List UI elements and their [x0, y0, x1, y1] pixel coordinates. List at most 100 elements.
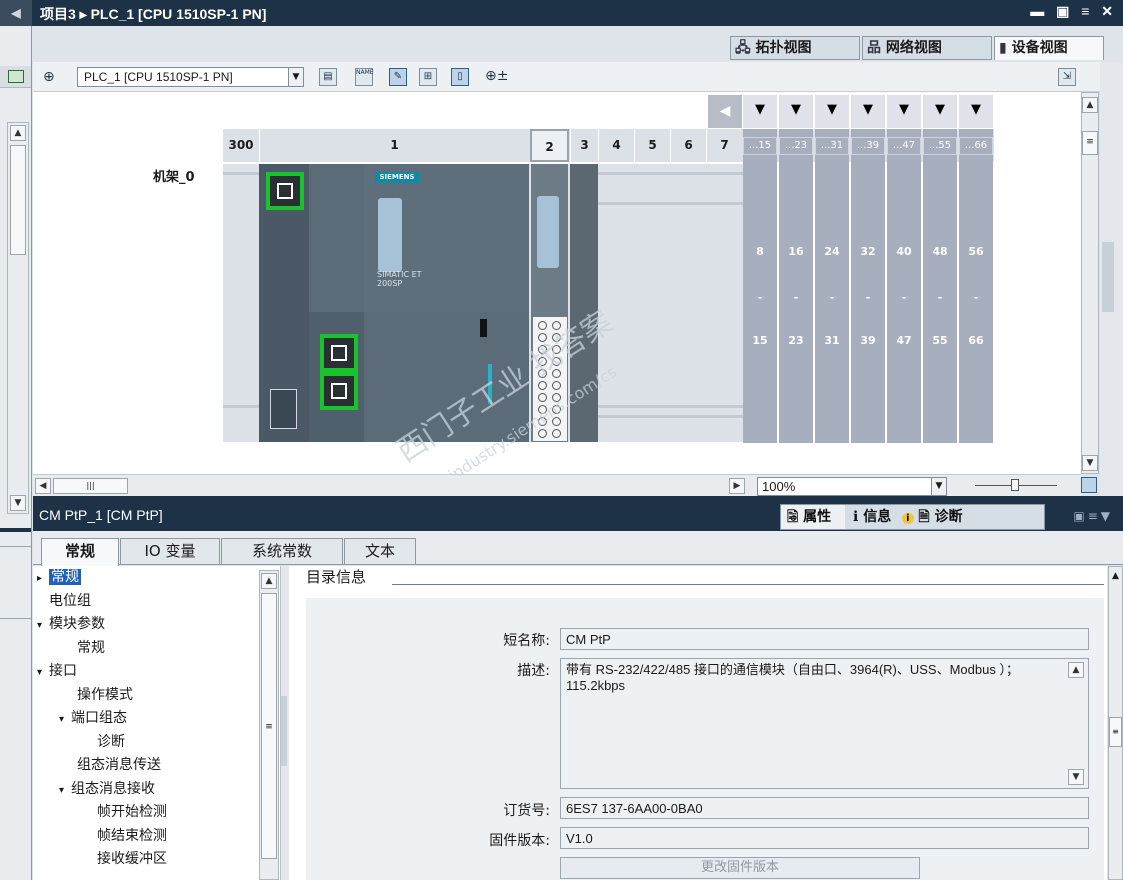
ethernet-port-icon[interactable] — [266, 172, 304, 210]
device-tool-icon[interactable]: ⊕ — [43, 69, 55, 85]
expansion-slot-column[interactable] — [923, 129, 957, 443]
tree-item[interactable]: 常规 — [77, 637, 105, 660]
slot-arrow-icon[interactable]: ▼ — [959, 95, 993, 128]
tree-item[interactable]: ▸ 常规 — [37, 566, 81, 589]
expansion-slot-column[interactable] — [959, 129, 993, 443]
project-tree-scrollbar[interactable]: ▲ ▼ — [7, 122, 29, 514]
slot-arrow-icon[interactable]: ▼ — [743, 95, 777, 128]
nav-tree-scrollbar[interactable]: ▲ ≡ — [259, 570, 279, 880]
scroll-right-icon[interactable]: ▶ — [729, 478, 745, 494]
tree-item-label: 接收缓冲区 — [97, 851, 167, 867]
scroll-thumb[interactable]: ≡ — [261, 593, 277, 859]
slot-label: 2 — [530, 129, 569, 162]
window-controls-icon[interactable]: ▬ ▣ ≡ ✕ — [1030, 3, 1117, 20]
ethernet-port-icon[interactable] — [320, 372, 358, 410]
task-card-handle[interactable] — [1102, 242, 1114, 312]
tree-item[interactable]: 帧结束检测 — [97, 825, 167, 848]
grid-icon[interactable]: ⊞ — [419, 68, 437, 86]
inspector-window-controls[interactable]: ▣≡▼ — [1073, 509, 1113, 523]
port-socket — [331, 345, 347, 361]
tree-item[interactable]: 电位组 — [49, 590, 91, 613]
tab-device-view[interactable]: ▮ 设备视图 — [994, 36, 1104, 60]
slot-arrow-icon[interactable]: ▼ — [779, 95, 813, 128]
scroll-thumb[interactable]: ||| — [53, 478, 128, 494]
tree-item[interactable]: ▾ 端口组态 — [59, 707, 127, 730]
tab-network-view[interactable]: 品 网络视图 — [862, 36, 992, 60]
scroll-left-icon[interactable]: ◀ — [708, 95, 742, 128]
tab-label: 设备视图 — [1011, 40, 1068, 56]
scroll-up-icon[interactable]: ▲ — [1082, 97, 1098, 113]
zoom-field[interactable]: 100% — [757, 477, 939, 496]
project-icon[interactable] — [8, 70, 24, 83]
overview-icon[interactable]: ▯ — [451, 68, 469, 86]
collapse-arrow-icon[interactable]: ▾ — [59, 708, 71, 731]
module-list-icon[interactable]: ▤ — [319, 68, 337, 86]
scroll-up-icon[interactable]: ▲ — [1109, 571, 1122, 587]
device-view-toolbar: ⊕ PLC_1 [CPU 1510SP-1 PN] ▼ ▤ NAME ✎ ⊞ ▯… — [33, 62, 1107, 92]
tab-texts[interactable]: 文本 — [344, 538, 416, 565]
title-bar: ◀ 项目3 ▸ PLC_1 [CPU 1510SP-1 PN] ▬ ▣ ≡ ✕ — [0, 0, 1123, 26]
tree-item[interactable]: 操作模式 — [77, 684, 133, 707]
canvas-horizontal-scrollbar[interactable]: ◀ ||| ▶ 100% ▼ — [33, 474, 1097, 496]
collapse-arrow-icon[interactable]: ▾ — [37, 661, 49, 684]
canvas-vertical-scrollbar[interactable]: ▲ ≡ ▼ — [1081, 92, 1099, 474]
scroll-up-icon[interactable]: ▲ — [261, 573, 277, 589]
scroll-down-icon[interactable]: ▼ — [1068, 769, 1084, 785]
content-scrollbar[interactable]: ▲ ≡ — [1108, 566, 1123, 880]
collapse-arrow-icon[interactable]: ▾ — [59, 779, 71, 802]
cpu-module-mid[interactable] — [309, 164, 364, 312]
tab-io-tags[interactable]: IO 变量 — [120, 538, 220, 565]
splitter-handle[interactable] — [281, 696, 287, 766]
expansion-slot-column[interactable] — [815, 129, 849, 443]
zoom-icon[interactable]: ⊕± — [485, 68, 508, 84]
tree-item[interactable]: 帧开始检测 — [97, 801, 167, 824]
draw-icon[interactable]: ✎ — [389, 68, 407, 86]
scroll-thumb[interactable]: ≡ — [1109, 717, 1122, 747]
expansion-slot-column[interactable] — [779, 129, 813, 443]
scroll-thumb[interactable] — [10, 145, 26, 255]
ethernet-port-icon[interactable] — [320, 334, 358, 372]
overview-nav-icon[interactable] — [1081, 477, 1097, 493]
scroll-thumb[interactable]: ≡ — [1082, 131, 1098, 155]
slot-range-start: 48 — [932, 245, 948, 258]
slot-arrow-icon[interactable]: ▼ — [851, 95, 885, 128]
tab-info[interactable]: ℹ 信息 i 🗎 诊断 — [845, 504, 1045, 530]
show-names-icon[interactable]: NAME — [355, 68, 374, 86]
slot-arrow-icon[interactable]: ▼ — [923, 95, 957, 128]
tree-item[interactable]: ▾ 模块参数 — [37, 613, 105, 636]
tree-item[interactable]: 诊断 — [97, 731, 125, 754]
expansion-slot-column[interactable] — [851, 129, 885, 443]
expansion-slot-column[interactable] — [887, 129, 921, 443]
slot-group-header: ...66 — [959, 137, 993, 155]
tab-general[interactable]: 常规 — [41, 538, 119, 566]
device-select[interactable]: PLC_1 [CPU 1510SP-1 PN] — [77, 67, 289, 87]
project-tree-toolbar — [0, 66, 31, 88]
device-canvas[interactable]: ◀ ▼ ▼ ▼ ▼ ▼ ▼ ▼ 300 1 2 3 4 5 6 7 ...15 8-15...… — [33, 92, 1081, 521]
zoom-slider-thumb[interactable] — [1011, 479, 1019, 491]
scroll-up-icon[interactable]: ▲ — [10, 125, 26, 141]
slot-arrow-icon[interactable]: ▼ — [815, 95, 849, 128]
tree-item-label: 接口 — [49, 663, 77, 679]
collapse-arrow-icon[interactable]: ▾ — [37, 614, 49, 637]
scroll-up-icon[interactable]: ▲ — [1068, 662, 1084, 678]
tab-topology-view[interactable]: 🖧 拓扑视图 — [730, 36, 860, 60]
scroll-down-icon[interactable]: ▼ — [10, 495, 26, 511]
project-tree-strip: ▲ ▼ — [0, 26, 32, 880]
chevron-down-icon[interactable]: ▼ — [931, 477, 947, 496]
chevron-down-icon[interactable]: ▼ — [288, 67, 304, 87]
change-firmware-button[interactable]: 更改固件版本 — [560, 857, 920, 879]
panel-toggle-icon[interactable]: ⇲ — [1058, 68, 1076, 86]
scroll-down-icon[interactable]: ▼ — [1082, 455, 1098, 471]
collapse-left-icon[interactable]: ◀ — [0, 0, 32, 26]
tab-system-constants[interactable]: 系统常数 — [221, 538, 343, 565]
scroll-left-icon[interactable]: ◀ — [35, 478, 51, 494]
expansion-slot-column[interactable] — [743, 129, 777, 443]
tree-item[interactable]: 接收缓冲区 — [97, 848, 167, 871]
tree-item[interactable]: 组态消息传送 — [77, 754, 161, 777]
expand-arrow-icon[interactable]: ▸ — [37, 567, 49, 590]
nav-splitter[interactable] — [281, 566, 289, 880]
inspector-header: CM PtP_1 [CM PtP] 🗟 属性 ℹ 信息 i 🗎 诊断 ▣≡▼ — [33, 501, 1123, 531]
tree-item[interactable]: ▾ 组态消息接收 — [59, 778, 155, 801]
slot-arrow-icon[interactable]: ▼ — [887, 95, 921, 128]
tree-item[interactable]: ▾ 接口 — [37, 660, 77, 683]
